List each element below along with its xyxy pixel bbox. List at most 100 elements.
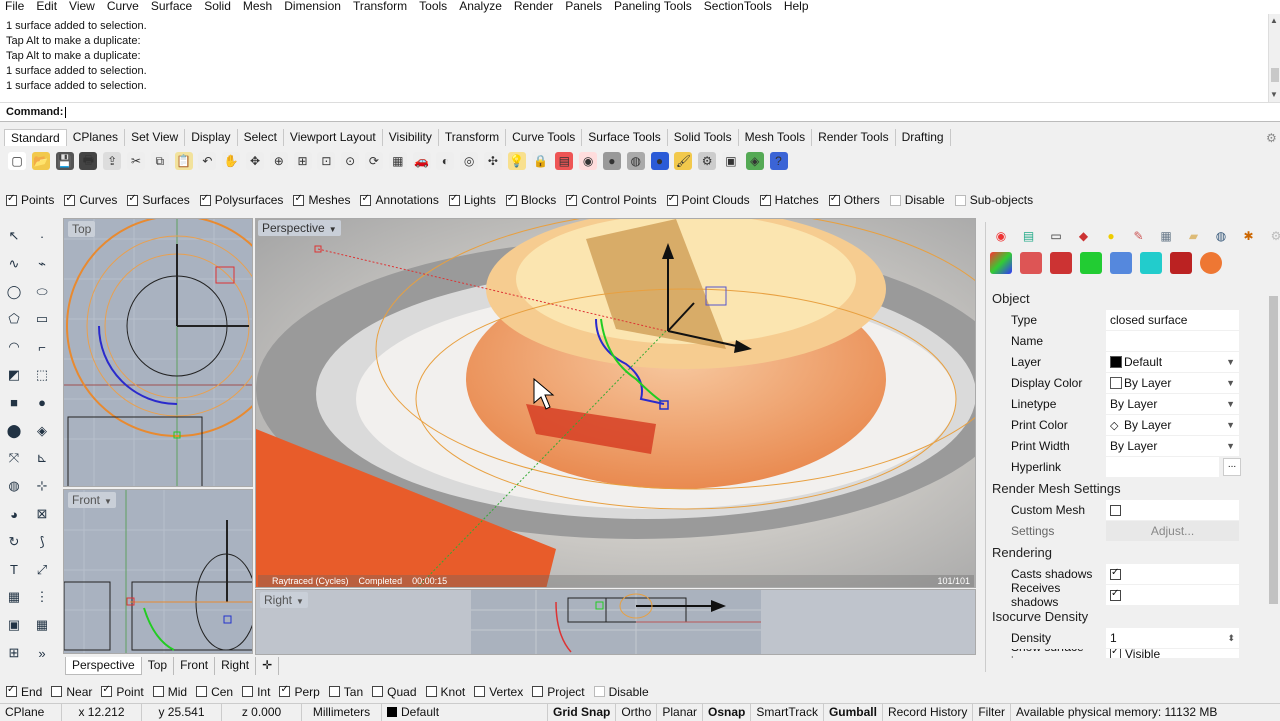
filter-others-checkbox[interactable] [828, 193, 840, 206]
filter-meshes-checkbox[interactable] [293, 193, 305, 206]
menu-file[interactable]: File [0, 0, 31, 14]
viewport-top[interactable]: Top [63, 218, 253, 487]
filter-polysurfaces[interactable]: Polysurfaces [199, 193, 283, 207]
polygon-icon[interactable]: ⬠ [4, 309, 24, 329]
osnap-vertex[interactable]: Vertex [474, 685, 523, 699]
scroll-thumb[interactable] [1269, 296, 1278, 604]
properties-scrollbar[interactable] [1267, 284, 1280, 672]
new-icon[interactable]: ▢ [8, 152, 26, 170]
globe-icon[interactable]: ◈ [745, 152, 764, 170]
polyline-icon[interactable]: ∿ [4, 254, 24, 274]
sphere-icon[interactable]: ● [602, 152, 621, 170]
materials-tab-icon[interactable]: ◆ [1073, 226, 1095, 246]
extrude-icon[interactable]: ⬚ [32, 365, 52, 385]
record-history-toggle[interactable]: Record History [883, 703, 974, 721]
move-view-icon[interactable]: ✥ [245, 152, 264, 170]
menu-mesh[interactable]: Mesh [238, 0, 279, 14]
osnap-mid-checkbox[interactable] [152, 686, 164, 697]
menu-surface[interactable]: Surface [146, 0, 199, 14]
tab-render-tools[interactable]: Render Tools [812, 129, 896, 146]
copy-icon[interactable]: ⧉ [150, 152, 169, 170]
rectangle-icon[interactable]: ▭ [32, 309, 52, 329]
menu-transform[interactable]: Transform [348, 0, 414, 14]
show-isocurves-checkbox[interactable] [1110, 649, 1121, 658]
filter-meshes[interactable]: Meshes [293, 193, 350, 207]
fillet-icon[interactable]: ⌐ [32, 337, 52, 357]
libraries-tab-icon[interactable]: ▦ [1155, 226, 1177, 246]
gear-icon[interactable]: ⚙ [1266, 131, 1277, 145]
filter-sub-objects-checkbox[interactable] [954, 194, 966, 206]
boolean-icon[interactable]: ◕ [4, 504, 24, 524]
osnap-vertex-checkbox[interactable] [474, 686, 486, 697]
paste-icon[interactable]: 📋 [174, 152, 193, 170]
stepper-icon[interactable]: ⬍ [1227, 633, 1235, 644]
environment-tab-icon[interactable]: ✎ [1128, 226, 1150, 246]
zoom-icon[interactable]: ⊕ [269, 152, 288, 170]
filter-disable[interactable]: Disable [889, 193, 945, 207]
more-icon[interactable]: » [32, 643, 52, 663]
tab-select[interactable]: Select [238, 129, 284, 146]
gumball-icon[interactable]: ⊹ [32, 476, 52, 496]
name-input[interactable] [1106, 331, 1239, 351]
tab-drafting[interactable]: Drafting [896, 129, 951, 146]
osnap-disable[interactable]: Disable [593, 685, 649, 699]
texture-mapping-icon[interactable] [1080, 252, 1102, 274]
history-scrollbar[interactable]: ▲ ▼ [1268, 14, 1280, 102]
smarttrack-toggle[interactable]: SmartTrack [751, 703, 824, 721]
filter-hatches[interactable]: Hatches [759, 193, 819, 207]
osnap-project-checkbox[interactable] [532, 686, 544, 697]
chevron-down-icon[interactable]: ▼ [329, 225, 337, 234]
filter-disable-checkbox[interactable] [889, 194, 901, 206]
osnap-knot-checkbox[interactable] [425, 686, 437, 697]
planar-toggle[interactable]: Planar [657, 703, 704, 721]
block-icon[interactable]: ▣ [4, 615, 24, 635]
filter-blocks-checkbox[interactable] [505, 193, 517, 206]
text-icon[interactable]: T [4, 560, 24, 580]
filter-annotations-checkbox[interactable] [360, 193, 372, 206]
layer-select[interactable]: Default ▼ [1106, 352, 1239, 372]
color-icon[interactable]: ◉ [579, 152, 598, 170]
current-layer[interactable]: Default [382, 703, 548, 721]
viewport-tab-perspective[interactable]: Perspective [65, 657, 142, 675]
scroll-up-icon[interactable]: ▲ [1270, 16, 1278, 25]
sun-tab-icon[interactable]: ✱ [1238, 226, 1260, 246]
circle-icon[interactable]: ◯ [4, 282, 24, 302]
shade-icon[interactable]: ◐ [436, 152, 455, 170]
paint-icon[interactable]: 🖌 [674, 152, 693, 170]
osnap-quad[interactable]: Quad [372, 685, 417, 699]
viewport-tab-front[interactable]: Front [174, 657, 216, 675]
render-sphere-icon[interactable]: ◍ [626, 152, 645, 170]
tab-viewport-layout[interactable]: Viewport Layout [284, 129, 383, 146]
rotate-icon[interactable]: ↻ [4, 532, 24, 552]
material-icon[interactable] [1020, 252, 1042, 274]
gumball-toggle[interactable]: Gumball [824, 703, 883, 721]
help-tab-icon[interactable]: ⚙ [1265, 226, 1280, 246]
viewport-front[interactable]: Front ▼ [63, 489, 253, 654]
filter-sub-objects[interactable]: Sub-objects [954, 193, 1033, 207]
menu-help[interactable]: Help [779, 0, 816, 14]
filter-control-points-checkbox[interactable] [566, 193, 578, 206]
linetype-select[interactable]: By Layer ▼ [1106, 394, 1239, 414]
display-color-select[interactable]: By Layer ▼ [1106, 373, 1239, 393]
filter-point-clouds-checkbox[interactable] [666, 193, 678, 206]
plane-icon[interactable]: ◈ [32, 421, 52, 441]
sweep-icon[interactable]: ⟆ [32, 532, 52, 552]
osnap-perp-checkbox[interactable] [279, 684, 291, 697]
osnap-cen-checkbox[interactable] [196, 686, 208, 697]
menu-dimension[interactable]: Dimension [279, 0, 348, 14]
cut-icon[interactable]: ✂ [126, 152, 145, 170]
menu-tools[interactable]: Tools [414, 0, 454, 14]
mesh-icon[interactable]: ▦ [32, 615, 52, 635]
menu-paneling-tools[interactable]: Paneling Tools [609, 0, 699, 14]
casts-shadows-checkbox[interactable] [1110, 567, 1121, 580]
filter-points[interactable]: Points [6, 193, 54, 207]
osnap-cen[interactable]: Cen [196, 685, 233, 699]
tab-transform[interactable]: Transform [439, 129, 507, 146]
osnap-near[interactable]: Near [51, 685, 92, 699]
decal-icon[interactable] [1140, 252, 1162, 274]
filter-hatches-checkbox[interactable] [759, 193, 771, 206]
osnap-end-checkbox[interactable] [6, 684, 17, 697]
viewport-right[interactable]: Right ▼ [255, 589, 976, 655]
ellipse-icon[interactable]: ⬭ [32, 282, 52, 302]
filter-point-clouds[interactable]: Point Clouds [666, 193, 750, 207]
